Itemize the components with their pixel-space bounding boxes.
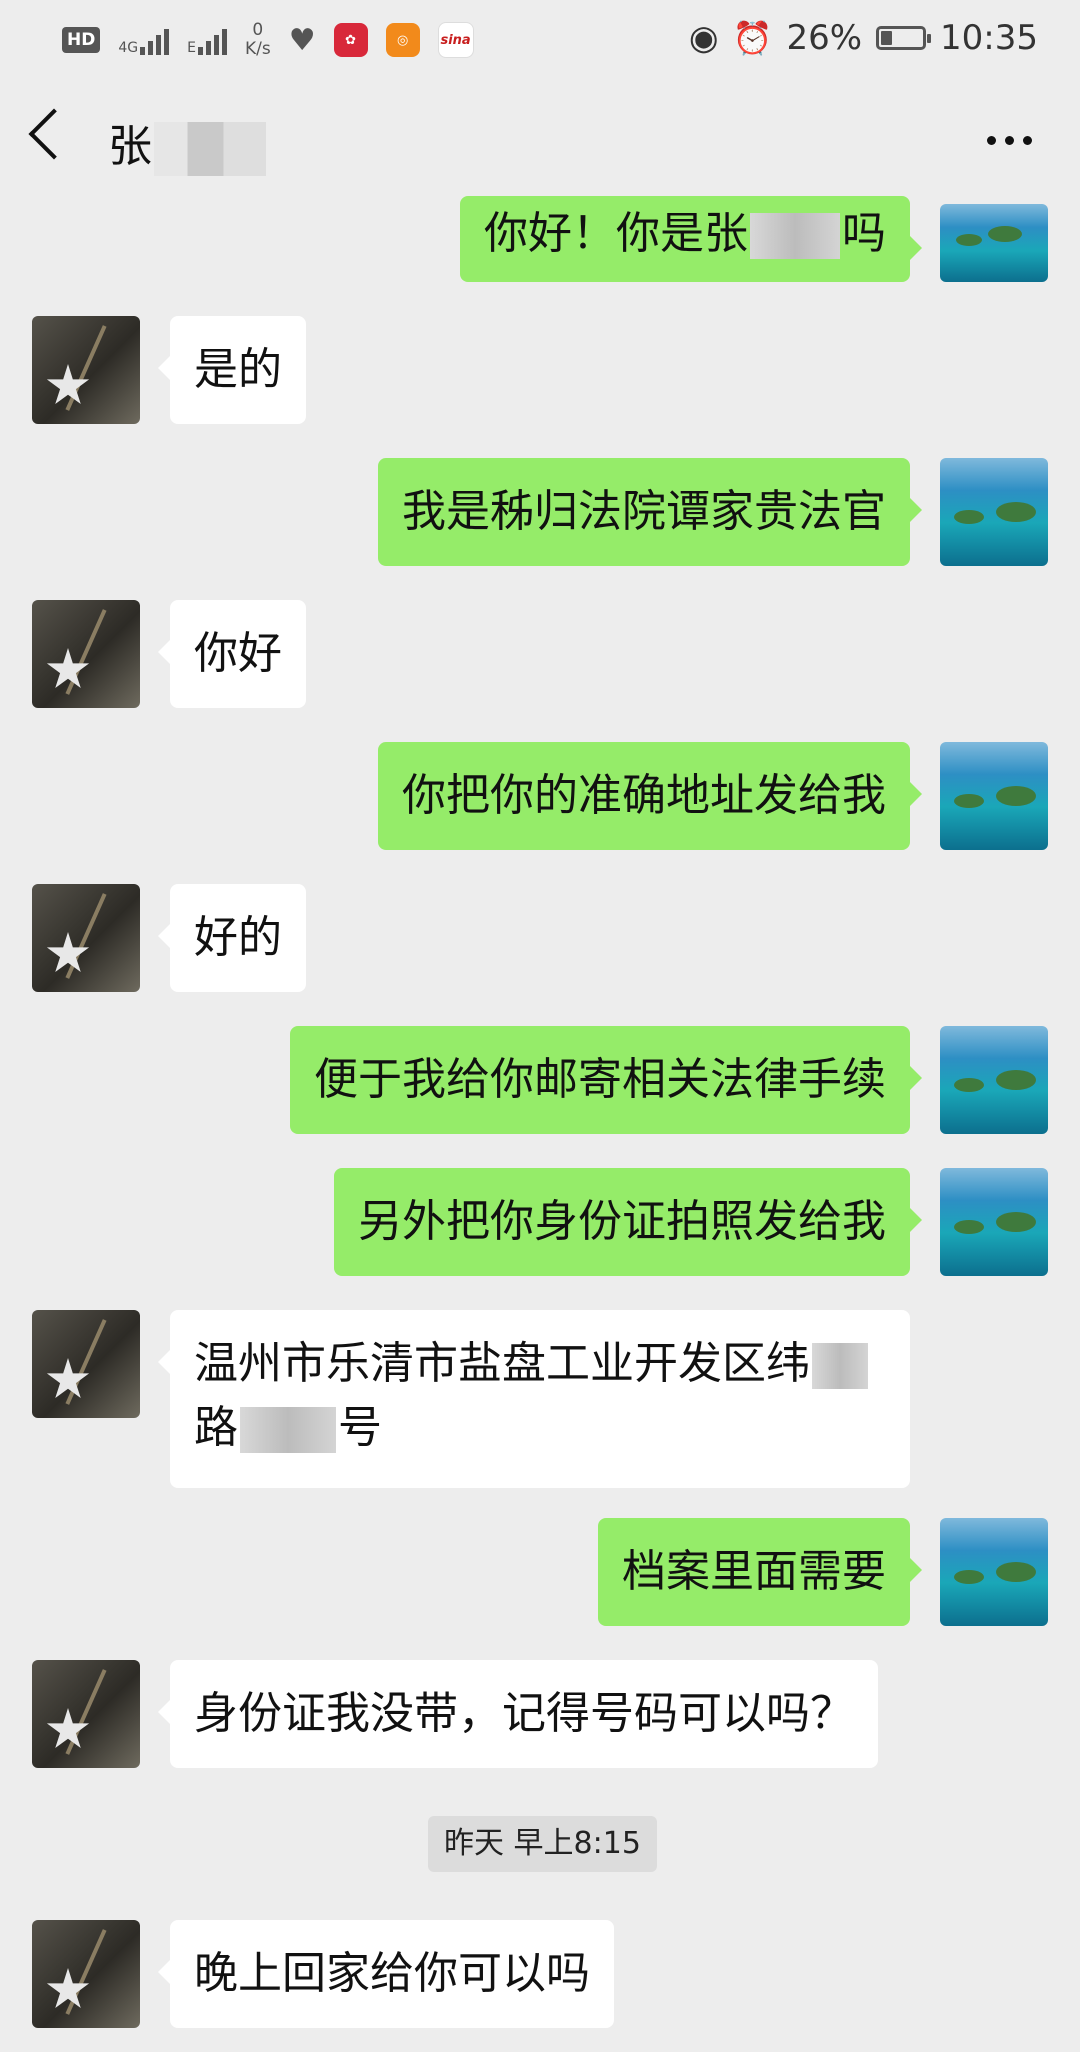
contact-avatar[interactable] <box>32 600 140 708</box>
contact-avatar[interactable] <box>32 1920 140 2028</box>
message-bubble-outgoing[interactable]: 另外把你身份证拍照发给我 <box>334 1168 922 1276</box>
chat-header: 张 <box>0 80 1080 200</box>
uc-browser-icon: ◎ <box>385 23 420 57</box>
redacted-name-mosaic <box>154 122 266 176</box>
message-bubble-outgoing[interactable]: 便于我给你邮寄相关法律手续 <box>290 1026 922 1134</box>
message-bubble-incoming[interactable]: 温州市乐清市盐盘工业开发区纬 路号 <box>158 1310 910 1488</box>
my-avatar[interactable] <box>940 204 1048 282</box>
status-bar: HD 4G E 0 K/s ♥ ✿ ◎ sina ◉ ⏰ 26% 10:35 <box>0 0 1080 80</box>
message-bubble-incoming[interactable]: 晚上回家给你可以吗 <box>158 1920 614 2028</box>
huawei-app-icon: ✿ <box>333 23 368 57</box>
ellipsis-icon[interactable] <box>987 136 1032 145</box>
network-type: 4G <box>118 40 139 56</box>
contact-name: 张 <box>108 110 266 176</box>
status-right: ◉ ⏰ 26% 10:35 <box>689 16 1038 60</box>
network-speed: 0 K/s <box>244 20 271 59</box>
message-bubble-incoming[interactable]: 身份证我没带，记得号码可以吗？ <box>158 1660 878 1768</box>
message-bubble-outgoing[interactable]: 我是秭归法院谭家贵法官 <box>378 458 922 566</box>
redacted-text <box>240 1407 336 1453</box>
message-timestamp: 昨天 早上8:15 <box>428 1816 657 1872</box>
alarm-icon: ⏰ <box>732 19 773 57</box>
chevron-left-icon[interactable] <box>28 108 80 160</box>
message-bubble-outgoing[interactable]: 你把你的准确地址发给我 <box>378 742 922 850</box>
my-avatar[interactable] <box>940 458 1048 566</box>
message-bubble-incoming[interactable]: 是的 <box>158 316 306 424</box>
my-avatar[interactable] <box>940 1518 1048 1626</box>
message-bubble-outgoing[interactable]: 档案里面需要 <box>598 1518 922 1626</box>
message-bubble-incoming[interactable]: 你好 <box>158 600 306 708</box>
status-left: HD 4G E 0 K/s ♥ ✿ ◎ sina <box>62 18 474 62</box>
signal-icon-2 <box>197 25 227 55</box>
sina-weibo-icon: sina <box>437 22 474 58</box>
contact-avatar[interactable] <box>32 1310 140 1418</box>
contact-avatar[interactable] <box>32 884 140 992</box>
battery-percent: 26% <box>786 18 863 58</box>
clock: 10:35 <box>940 18 1038 58</box>
redacted-text <box>812 1343 868 1389</box>
contact-avatar[interactable] <box>32 316 140 424</box>
hd-badge: HD <box>62 27 101 53</box>
message-bubble-outgoing[interactable]: 你好！你是张吗 <box>460 196 922 282</box>
my-avatar[interactable] <box>940 742 1048 850</box>
message-bubble-incoming[interactable]: 好的 <box>158 884 306 992</box>
eye-comfort-icon: ◉ <box>688 18 719 58</box>
contact-avatar[interactable] <box>32 1660 140 1768</box>
battery-icon <box>876 26 932 50</box>
my-avatar[interactable] <box>940 1026 1048 1134</box>
redacted-text <box>750 213 840 259</box>
signal-icon <box>140 25 170 55</box>
my-avatar[interactable] <box>940 1168 1048 1276</box>
health-heart-icon: ♥ <box>288 22 316 58</box>
network-type-2: E <box>187 40 196 56</box>
